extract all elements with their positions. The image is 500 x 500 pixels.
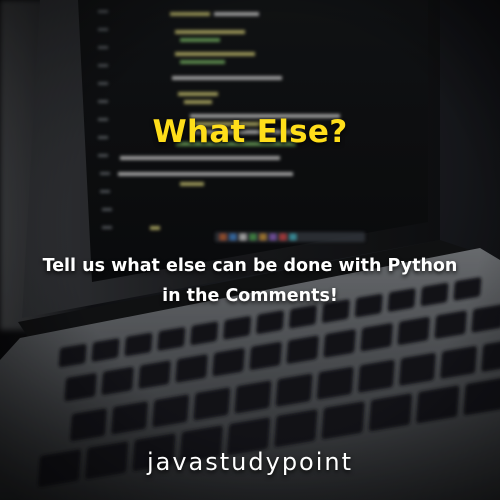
promo-image: What Else? Tell us what else can be done… [0, 0, 500, 500]
subtitle-line-1: Tell us what else can be done with Pytho… [42, 256, 458, 276]
subtitle: Tell us what else can be done with Pytho… [8, 251, 492, 311]
headline: What Else? [152, 114, 348, 150]
brand-watermark: javastudypoint [146, 448, 354, 476]
darken-overlay [0, 0, 500, 500]
subtitle-line-2: in the Comments! [162, 286, 338, 306]
